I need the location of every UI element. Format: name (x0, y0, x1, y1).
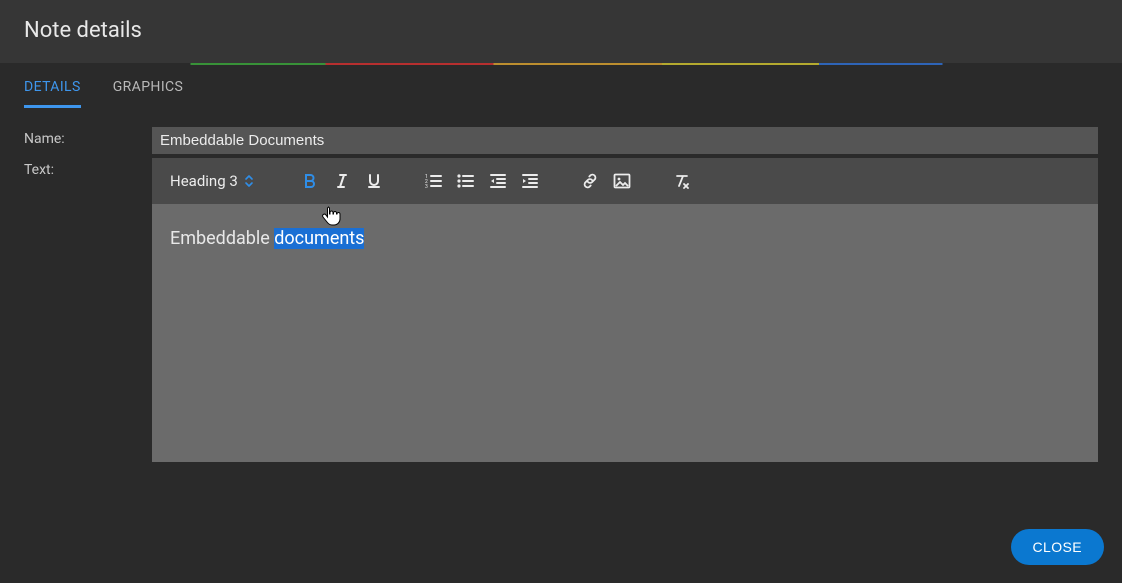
unordered-list-button[interactable] (452, 167, 480, 195)
underline-icon (366, 173, 382, 189)
modal-footer: CLOSE (0, 511, 1122, 583)
outdent-button[interactable] (484, 167, 512, 195)
modal-title: Note details (0, 0, 1122, 63)
name-label: Name: (24, 127, 152, 154)
tab-bar: DETAILS GRAPHICS (0, 65, 1122, 109)
underline-button[interactable] (360, 167, 388, 195)
indent-button[interactable] (516, 167, 544, 195)
link-button[interactable] (576, 167, 604, 195)
bold-icon (302, 173, 318, 189)
editor-toolbar: Heading 3 123 (152, 158, 1098, 204)
name-input[interactable] (152, 127, 1098, 154)
ordered-list-icon: 123 (425, 173, 443, 189)
accent-line (0, 63, 1122, 65)
text-label: Text: (24, 158, 152, 462)
clear-format-button[interactable] (668, 167, 696, 195)
content-area: Name: Text: Heading 3 (0, 109, 1122, 484)
tab-details[interactable]: DETAILS (24, 67, 81, 108)
italic-button[interactable] (328, 167, 356, 195)
unordered-list-icon (457, 173, 475, 189)
chevron-updown-icon (244, 174, 254, 188)
outdent-icon (489, 173, 507, 189)
image-button[interactable] (608, 167, 636, 195)
heading-select[interactable]: Heading 3 (166, 168, 258, 194)
link-icon (581, 173, 599, 189)
heading-select-label: Heading 3 (170, 172, 238, 190)
editor-text: Embeddable (170, 228, 274, 249)
close-button[interactable]: CLOSE (1011, 529, 1104, 565)
image-icon (613, 173, 631, 189)
indent-icon (521, 173, 539, 189)
italic-icon (334, 173, 350, 189)
tab-graphics[interactable]: GRAPHICS (113, 67, 184, 108)
editor-body[interactable]: Embeddable documents (152, 204, 1098, 462)
svg-text:3: 3 (425, 184, 428, 189)
editor-selection: documents (274, 228, 364, 249)
bold-button[interactable] (296, 167, 324, 195)
ordered-list-button[interactable]: 123 (420, 167, 448, 195)
clear-format-icon (673, 173, 691, 189)
